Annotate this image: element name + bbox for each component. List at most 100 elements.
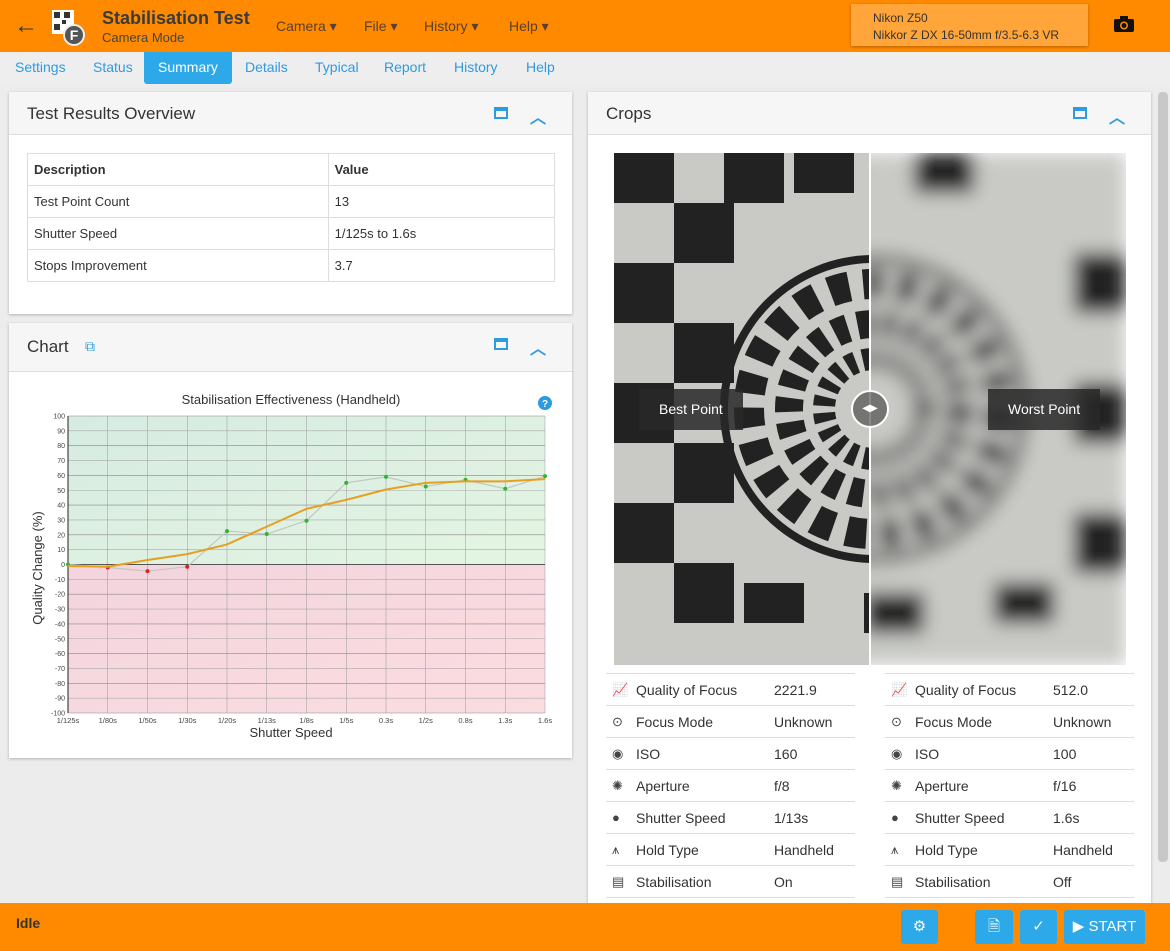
tab-details[interactable]: Details [231,52,302,84]
detail-label: Hold Type [636,842,699,858]
menu-camera[interactable]: Camera ▾ [276,18,337,35]
help-icon-glyph: ? [542,399,548,410]
detail-value: 100 [1053,746,1077,762]
maximize-icon[interactable] [494,338,508,350]
x-tick-label: 1.3s [498,716,512,725]
table-row: Shutter Speed 1/125s to 1.6s [27,217,556,250]
x-tick-label: 1/13s [258,716,277,725]
tab-history[interactable]: History [440,52,512,84]
table-row: Stops Improvement 3.7 [27,249,556,282]
menu-file[interactable]: File ▾ [364,18,397,35]
column-header: Value [327,153,556,186]
camera-icon[interactable] [1114,16,1134,32]
detail-value: 1/13s [774,810,809,826]
detail-value: On [774,874,793,890]
check-button[interactable]: ✓ [1020,910,1057,944]
tab-status[interactable]: Status [79,52,147,84]
x-axis-label: Shutter Speed [249,725,332,740]
check-circle-icon: ✓ [1032,918,1045,935]
cell: 13 [327,185,556,218]
aperture-icon: ✺ [891,778,902,793]
collapse-chevron-icon[interactable]: ︿ [530,104,546,128]
page-subtitle: Camera Mode [102,30,185,45]
chart-line-icon: 📈 [612,682,629,697]
detail-label: Shutter Speed [915,810,1005,826]
data-point [225,529,229,534]
x-tick-label: 1/2s [419,716,433,725]
aperture-icon: ✺ [612,778,623,793]
y-tick-label: -40 [55,621,65,628]
chart-panel: Chart ⧉ ︿ Stabilisation Effectiveness (H… [9,323,572,758]
stabilisation-icon: ▤ [891,874,904,889]
back-arrow-icon[interactable]: ← [14,12,38,40]
detail-value: 160 [774,746,798,762]
chart-panel-title: Chart [27,337,69,356]
play-icon: ▶ [1072,918,1085,935]
y-tick-label: -90 [55,696,65,703]
data-point [344,480,349,485]
copy-icon[interactable]: ⧉ [85,338,95,355]
y-tick-label: 0 [61,562,65,569]
settings-button[interactable]: ⚙ [901,910,938,944]
results-table: Description Value Test Point Count 13 Shut… [27,153,556,282]
camera-info[interactable]: Nikon Z50 Nikkor Z DX 16-50mm f/3.5-6.3 V… [851,4,1088,46]
tab-typical[interactable]: Typical [301,52,373,84]
iso-icon: ◉ [612,746,624,761]
data-point [264,532,269,537]
chart-line-icon: 📈 [891,682,908,697]
svg-text:F: F [70,27,79,43]
detail-label: Quality of Focus [915,682,1017,698]
tab-settings[interactable]: Settings [1,52,80,84]
menu-history[interactable]: History ▾ [424,18,478,35]
file-export-icon: 🗎 [987,918,1001,935]
iso-icon: ◉ [891,746,903,761]
x-tick-label: 1/80s [99,716,118,725]
tab-report[interactable]: Report [370,52,440,84]
y-tick-label: 10 [57,547,65,554]
cell: Test Point Count [27,185,329,218]
detail-value: 2221.9 [774,682,817,698]
cell: 3.7 [327,249,556,282]
y-tick-label: 30 [57,517,65,524]
cell: 1/125s to 1.6s [327,217,556,250]
detail-row: ✺ Aperture f/8 [606,770,855,802]
app-logo: F [52,10,85,46]
gear-icon: ⚙ [912,918,927,935]
data-point [185,564,190,569]
data-point [423,484,428,489]
detail-row: ⩚ Hold Type Handheld [885,834,1134,866]
x-tick-label: 1/20s [218,716,237,725]
detail-row: ⩚ Hold Type Handheld [606,834,855,866]
crops-title: Crops [606,104,652,123]
export-button[interactable]: 🗎 [975,910,1013,944]
tab-summary[interactable]: Summary [144,52,232,84]
tripod-icon: ⩚ [612,842,620,857]
detail-label: Focus Mode [636,714,714,730]
detail-label: Stabilisation [915,874,991,890]
detail-value: Handheld [774,842,834,858]
detail-label: ISO [915,746,940,762]
collapse-chevron-icon[interactable]: ︿ [530,335,546,359]
y-tick-label: 50 [57,488,65,495]
detail-label: Stabilisation [636,874,712,890]
maximize-icon[interactable] [1073,107,1087,119]
detail-label: Focus Mode [915,714,993,730]
y-tick-label: 100 [53,414,65,421]
crosshair-icon: ⊙ [612,714,623,729]
x-tick-label: 1.6s [538,716,552,725]
y-tick-label: -30 [55,607,65,614]
slider-handle[interactable]: ◀▶ [851,390,889,428]
x-tick-label: 1/30s [178,716,197,725]
detail-row: ▤ Stabilisation On [606,866,855,898]
y-tick-label: 90 [57,428,65,435]
menu-help[interactable]: Help ▾ [509,18,549,35]
maximize-icon[interactable] [494,107,508,119]
best-details: 📈 Quality of Focus 2221.9 ⊙ Focus Mode Unknow… [606,673,855,898]
tripod-icon: ⩚ [891,842,899,857]
start-button[interactable]: ▶ START [1064,910,1145,944]
quality-chart: Stabilisation Effectiveness (Handheld) ?… [30,392,552,740]
detail-value: 512.0 [1053,682,1089,698]
scrollbar[interactable] [1158,92,1168,862]
collapse-chevron-icon[interactable]: ︿ [1109,104,1125,128]
tab-help[interactable]: Help [512,52,569,84]
